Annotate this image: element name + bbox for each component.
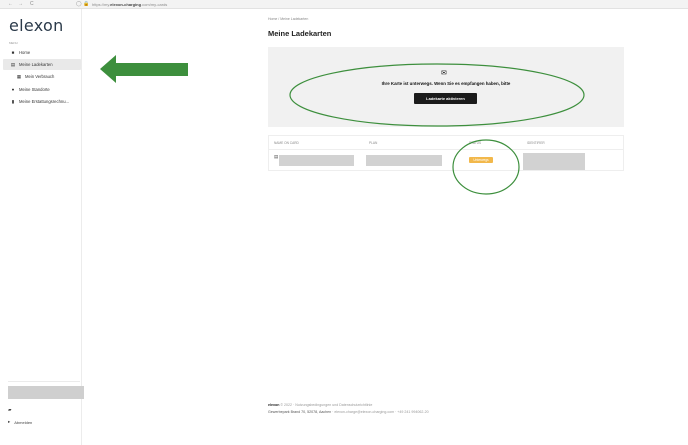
redacted-plan-cell [366,155,442,166]
forward-icon[interactable]: → [18,1,23,7]
card-row-icon: ▤ [274,154,279,159]
logout-link[interactable]: ▸ Abmelden [8,419,32,425]
chart-icon: ▦ [16,73,22,79]
redacted-identifier-cell [523,153,585,170]
back-icon[interactable]: ← [8,1,13,7]
logout-icon: ▸ [8,419,11,424]
sidebar-item-label: Meine Ladekarten [19,62,53,67]
activate-card-button[interactable]: Ladekarte aktivieren [414,93,477,104]
sidebar-item-label: Mein Verbrauch [25,74,55,79]
annotation-arrow-icon [100,55,188,83]
reload-icon[interactable]: C [30,1,34,7]
browser-toolbar: ← → C ◯ 🔒 https://my.elexon-charging.com… [0,0,688,9]
sidebar-item-meine-standorte[interactable]: ● Meine Standorte [3,84,81,95]
footer-brand: elexon [268,403,280,407]
address-bar[interactable]: https://my.elexon-charging.com/my-cards [92,2,167,7]
site-info-icon[interactable]: ◯ 🔒 [76,1,89,7]
footer-legal-links[interactable]: © 2022 · Nutzungsbedingungen und Datensc… [280,403,372,407]
column-header-name[interactable]: NAME ON CARD [274,141,299,145]
pin-icon: ● [11,87,15,92]
card-icon: ▤ [10,61,16,67]
column-header-status[interactable]: STATUS [469,141,481,145]
column-header-identifier[interactable]: IDENTIFIER [527,141,545,145]
footer-contact[interactable]: · elexon-charge@elexon-charging.com · +4… [331,410,428,414]
footer-line: elexon © 2022 · Nutzungsbedingungen und … [268,403,372,407]
footer-address-line: Gewerbepark Brand 70, 52078, Aachen · el… [268,410,429,414]
sidebar-item-account[interactable]: ▰ [8,407,15,413]
redacted-user-info [8,386,84,399]
sidebar-divider [8,381,80,382]
column-header-plan[interactable]: PLAN [369,141,377,145]
sidebar-item-meine-ladekarten[interactable]: ▤ Meine Ladekarten [3,59,81,70]
document-icon: ▮ [11,98,15,104]
sidebar-item-label: Home [19,50,31,55]
table-header: NAME ON CARD PLAN STATUS IDENTIFIER [269,136,623,150]
sidebar-item-meine-erstattungsrechnungen[interactable]: ▮ Meine Erstattungsrechnu... [3,96,81,107]
url-suffix: .com/my-cards [141,2,168,7]
url-prefix: https://my. [92,2,111,7]
sidebar-item-home[interactable]: ■ Home [3,47,81,58]
card-shipping-notice: ✉ Ihre Karte ist unterwegs. Wenn Sie es … [268,47,624,127]
page-title: Meine Ladekarten [268,29,332,38]
breadcrumb[interactable]: Home / Meine Ladekarten [268,17,308,21]
footer-address: Gewerbepark Brand 70, 52078, Aachen [268,410,332,414]
mail-icon: ✉ [441,70,447,77]
home-icon: ■ [11,50,15,55]
redacted-name-cell [279,155,354,166]
url-domain: elexon-charging [110,2,142,7]
account-icon: ▰ [8,407,12,412]
status-badge: Unterwegs [469,157,493,163]
logout-label: Abmelden [14,419,33,425]
elexon-logo[interactable]: elexon [9,16,64,35]
notice-message: Ihre Karte ist unterwegs. Wenn Sie es em… [381,81,511,86]
sidebar: elexon MENU ■ Home ▤ Meine Ladekarten ▦ … [0,9,84,445]
sidebar-item-mein-verbrauch[interactable]: ▦ Mein Verbrauch [3,71,81,82]
cards-table: NAME ON CARD PLAN STATUS IDENTIFIER ▤ Un… [268,135,624,171]
menu-caption: MENU [9,41,18,45]
sidebar-item-label: Meine Erstattungsrechnu... [19,99,70,104]
sidebar-item-label: Meine Standorte [19,87,50,92]
